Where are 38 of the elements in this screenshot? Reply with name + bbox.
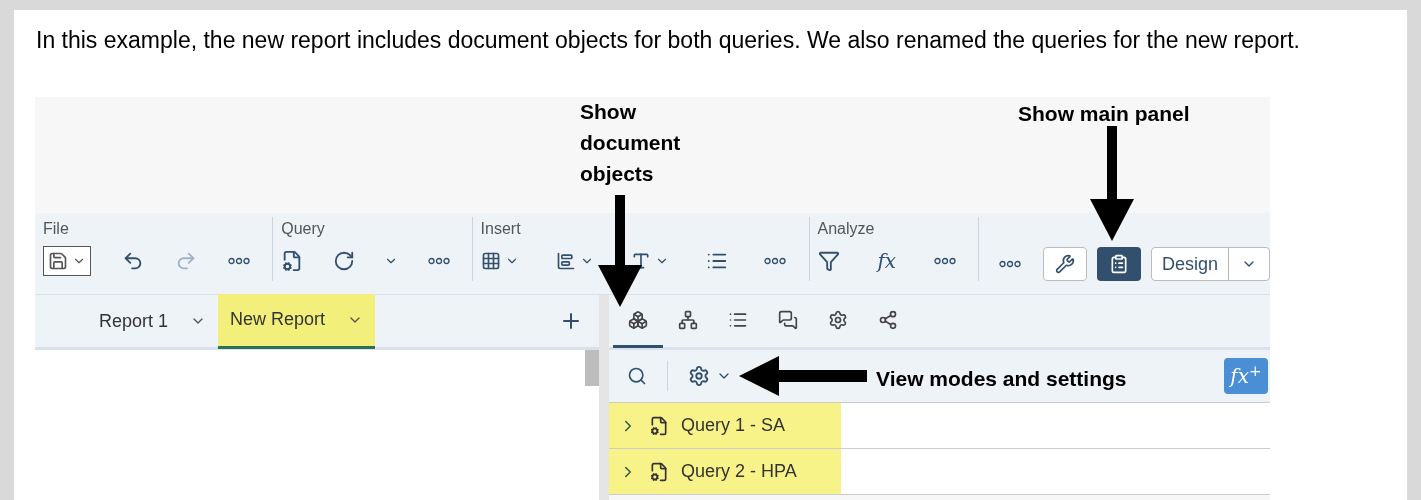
annotation-label: View modes and settings xyxy=(876,366,1127,392)
group-label: File xyxy=(43,219,70,239)
cubes-icon xyxy=(628,309,648,330)
share-icon xyxy=(878,309,898,330)
scrollbar-thumb[interactable] xyxy=(585,350,599,386)
annotation-label: Show document objects xyxy=(580,99,682,187)
clipboard-icon xyxy=(1109,254,1129,274)
main-panel-button[interactable] xyxy=(1097,247,1141,281)
report-tab[interactable]: New Report xyxy=(218,293,376,349)
query-row[interactable]: Query 1 - SA xyxy=(609,403,1270,449)
more-icon[interactable] xyxy=(933,257,956,265)
save-icon xyxy=(48,251,68,271)
query-icon xyxy=(649,461,669,482)
comments-icon xyxy=(778,309,798,330)
group-label: Query xyxy=(281,219,326,239)
more-icon[interactable] xyxy=(228,257,251,265)
group-label: Analyze xyxy=(817,219,876,239)
wrench-icon xyxy=(1055,254,1075,274)
filter-icon[interactable] xyxy=(817,250,840,272)
tools-button[interactable] xyxy=(1043,247,1087,281)
intro-paragraph: In this example, the new report includes document objects for both queries. We also renamed the queries for the new report. xyxy=(35,26,1301,55)
more-icon[interactable] xyxy=(999,260,1021,268)
group-label: Insert xyxy=(480,219,522,239)
settings-icon[interactable] xyxy=(688,365,710,387)
hierarchy-icon xyxy=(678,309,698,330)
more-icon[interactable] xyxy=(427,257,450,265)
refresh-icon[interactable] xyxy=(332,250,355,272)
formula-button[interactable]: fx xyxy=(877,251,897,271)
table-icon[interactable] xyxy=(480,251,501,271)
report-tab[interactable]: Report 1 xyxy=(87,293,219,349)
search-icon[interactable] xyxy=(627,366,647,386)
query-icon xyxy=(649,415,669,436)
settings-icon xyxy=(828,309,848,330)
query-row[interactable]: Query 2 - HPA xyxy=(609,449,1270,495)
save-button[interactable] xyxy=(43,246,91,276)
more-icon[interactable] xyxy=(764,257,787,265)
annotation-label: Show main panel xyxy=(1018,101,1190,127)
bar-chart-icon[interactable] xyxy=(555,251,576,271)
